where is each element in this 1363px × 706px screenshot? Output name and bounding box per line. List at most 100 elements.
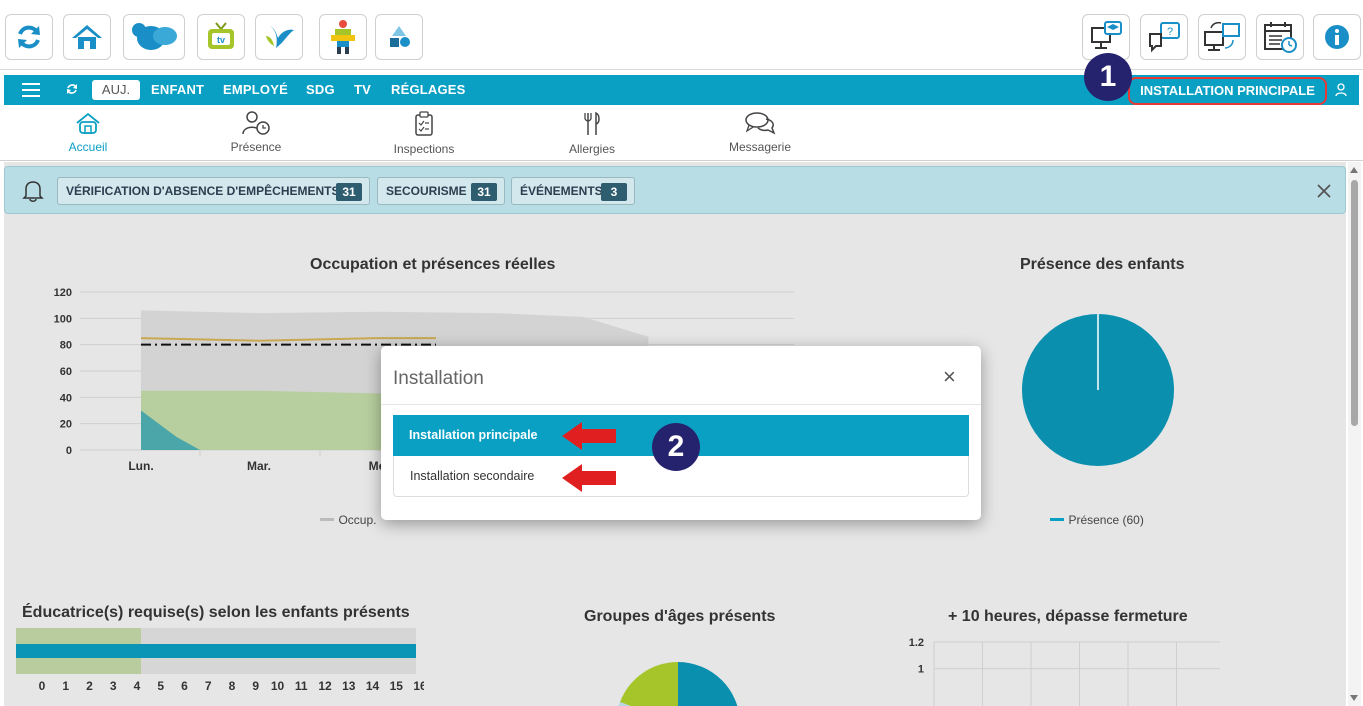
shapes-app-icon	[390, 26, 410, 47]
y-tick-label: 0	[66, 445, 72, 457]
x-tick-label: 12	[318, 679, 332, 693]
installation-selector-button[interactable]: INSTALLATION PRINCIPALE	[1128, 77, 1327, 105]
sync-button[interactable]	[1198, 14, 1246, 60]
y-tick-label: 120	[54, 287, 72, 299]
hamburger-menu-button[interactable]	[22, 75, 40, 105]
tab-presence[interactable]: Présence	[196, 111, 316, 154]
character-app-button[interactable]	[319, 14, 367, 60]
home-outline-icon	[76, 112, 100, 134]
x-tick-label: 13	[342, 679, 356, 693]
help-button[interactable]: ?	[1140, 14, 1188, 60]
x-tick-label: 7	[205, 679, 212, 693]
close-alerts-icon[interactable]	[1317, 184, 1331, 198]
refresh-button[interactable]	[5, 14, 53, 60]
chip-label: ÉVÉNEMENTS	[520, 184, 603, 198]
scroll-thumb[interactable]	[1351, 180, 1358, 426]
educatrices-chart: 0 1 2 3 4 5 6 7 8 9 10 11 12 13 14 15 16	[16, 628, 424, 693]
alert-chip-empechements[interactable]: VÉRIFICATION D'ABSENCE D'EMPÊCHEMENTS 31	[57, 177, 370, 205]
red-arrow-icon	[562, 464, 616, 492]
x-tick-label: 8	[229, 679, 236, 693]
tab-label: Messagerie	[728, 140, 792, 154]
today-button[interactable]: AUJ.	[92, 80, 140, 100]
tab-inspections[interactable]: Inspections	[364, 111, 484, 156]
alerts-banner: VÉRIFICATION D'ABSENCE D'EMPÊCHEMENTS 31…	[4, 166, 1346, 214]
hamburger-icon	[22, 83, 40, 97]
pie-slice-group-1	[678, 662, 738, 706]
presence-legend: Présence (60)	[1050, 511, 1144, 529]
nav-employe[interactable]: EMPLOYÉ	[223, 75, 288, 105]
svg-text:tv: tv	[217, 35, 225, 45]
bar-present	[16, 644, 416, 658]
tab-label: Présence	[230, 140, 282, 154]
character-app-icon	[331, 20, 355, 54]
tab-accueil[interactable]: Accueil	[28, 111, 148, 154]
chip-count: 31	[471, 183, 497, 201]
bird-app-button[interactable]	[255, 14, 303, 60]
chip-label: SECOURISME	[386, 184, 467, 198]
tab-label: Accueil	[68, 140, 108, 154]
alert-chip-secourisme[interactable]: SECOURISME 31	[377, 177, 505, 205]
help-chat-icon: ?	[1149, 22, 1180, 53]
user-profile-button[interactable]	[1335, 75, 1347, 105]
info-icon	[1325, 25, 1349, 49]
x-tick-label: 3	[110, 679, 117, 693]
alert-chip-evenements[interactable]: ÉVÉNEMENTS 3	[511, 177, 635, 205]
y-tick-label: 80	[60, 340, 72, 352]
calendar-button[interactable]	[1256, 14, 1304, 60]
y-tick-label: 60	[60, 366, 72, 378]
page-scrollbar[interactable]	[1348, 162, 1361, 706]
home-icon	[72, 25, 102, 49]
tab-label: Allergies	[568, 142, 616, 156]
modal-divider	[381, 404, 981, 405]
x-tick-label: 6	[181, 679, 188, 693]
x-tick-label: 9	[252, 679, 259, 693]
refresh-icon	[18, 25, 40, 49]
blue-blob-app-icon	[132, 23, 177, 50]
nav-sdg[interactable]: SDG	[306, 75, 335, 105]
scroll-down-arrow[interactable]	[1350, 695, 1358, 701]
step-badge-2: 2	[652, 423, 700, 471]
y-tick-label: 100	[54, 313, 72, 325]
nav-tv[interactable]: TV	[354, 75, 371, 105]
overtime-chart-title: + 10 heures, dépasse fermeture	[948, 608, 1188, 625]
x-tick-label: 11	[295, 679, 308, 693]
x-tick-label: 16	[413, 679, 424, 693]
shapes-app-button[interactable]	[375, 14, 423, 60]
tv-app-icon: tv	[208, 22, 234, 49]
occupation-legend: Occup.	[320, 511, 376, 529]
nav-enfant[interactable]: ENFANT	[151, 75, 204, 105]
educatrices-chart-title: Éducatrice(s) requise(s) selon les enfan…	[22, 604, 410, 621]
main-nav-bar: AUJ. ENFANT EMPLOYÉ SDG TV RÉGLAGES INST…	[4, 75, 1359, 105]
x-tick-label: 14	[366, 679, 380, 693]
chip-count: 3	[601, 183, 627, 201]
info-button[interactable]	[1313, 14, 1361, 60]
y-tick-label: 1	[918, 664, 924, 676]
legend-presence: Présence (60)	[1068, 513, 1144, 527]
x-tick-label: 2	[86, 679, 93, 693]
fork-knife-icon	[584, 111, 600, 135]
home-button[interactable]	[63, 14, 111, 60]
scroll-up-arrow[interactable]	[1350, 167, 1358, 173]
tv-app-button[interactable]: tv	[197, 14, 245, 60]
tab-allergies[interactable]: Allergies	[532, 111, 652, 156]
chip-label: VÉRIFICATION D'ABSENCE D'EMPÊCHEMENTS	[66, 184, 340, 198]
presence-pie-chart	[1022, 314, 1174, 466]
legend-occup: Occup.	[338, 513, 377, 527]
red-arrow-icon	[562, 422, 616, 450]
tab-messagerie[interactable]: Messagerie	[700, 111, 820, 154]
nav-reglages[interactable]: RÉGLAGES	[391, 75, 466, 105]
y-tick-label: 1.2	[909, 637, 924, 649]
blob-app-button[interactable]	[123, 14, 185, 60]
x-tick-label: 5	[157, 679, 164, 693]
top-toolbar: tv ?	[0, 8, 1363, 70]
sync-screens-icon	[1204, 21, 1240, 51]
presence-chart-title: Présence des enfants	[1020, 256, 1185, 273]
nav-refresh-button[interactable]	[66, 75, 78, 105]
svg-text:?: ?	[1167, 26, 1173, 38]
x-tick-label: 0	[39, 679, 46, 693]
y-tick-label: 20	[60, 419, 72, 431]
bird-app-icon	[266, 26, 294, 48]
step-badge-1: 1	[1084, 53, 1132, 101]
modal-close-button[interactable]: ×	[943, 366, 956, 388]
x-tick-label: 15	[390, 679, 404, 693]
